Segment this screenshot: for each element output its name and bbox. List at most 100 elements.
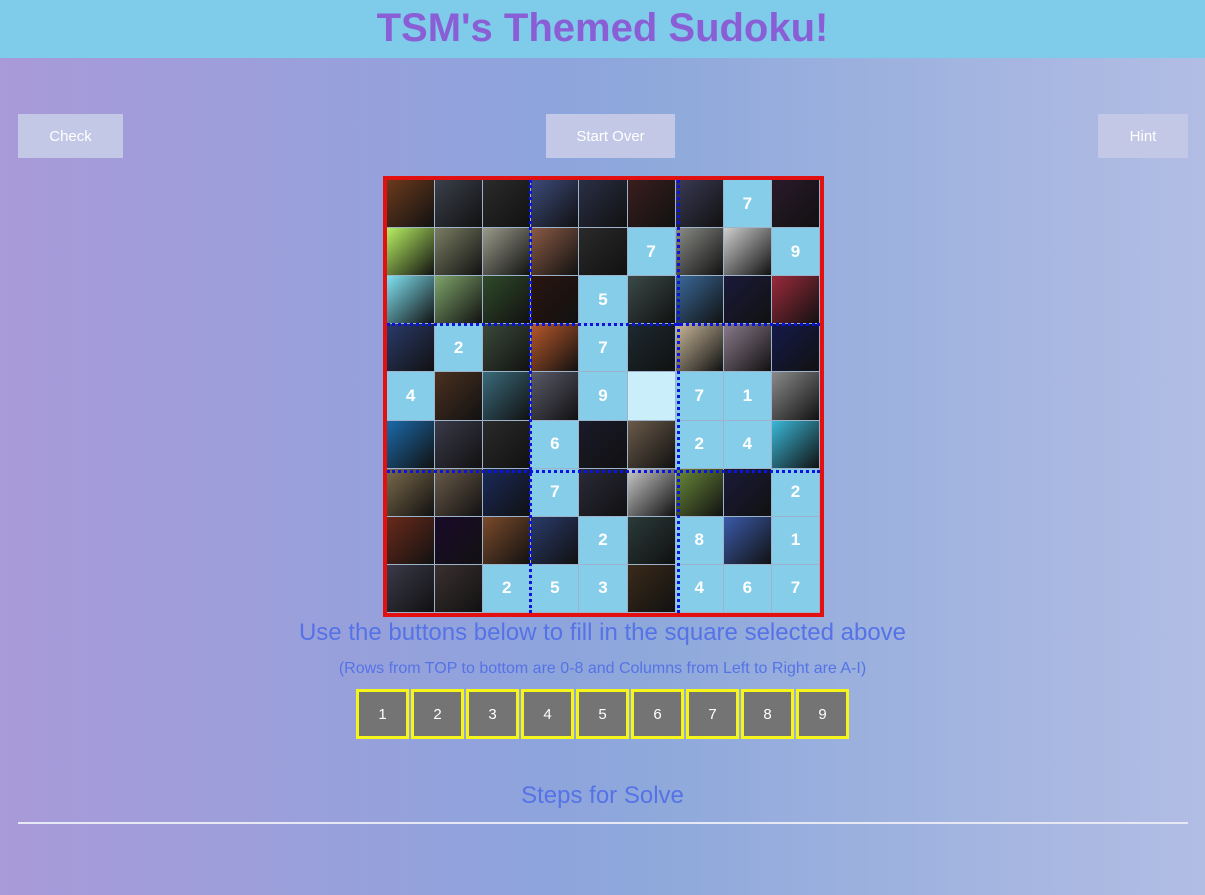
sudoku-image-cell[interactable]	[483, 276, 532, 325]
sudoku-image-cell[interactable]	[579, 228, 628, 277]
number-button-6[interactable]: 6	[631, 689, 684, 739]
sudoku-number-cell[interactable]: 4	[723, 420, 772, 469]
sudoku-image-cell[interactable]	[723, 468, 772, 517]
sudoku-image-cell[interactable]	[387, 420, 436, 469]
sudoku-number-cell[interactable]: 9	[579, 372, 628, 421]
sudoku-image-cell[interactable]	[387, 276, 436, 325]
sudoku-number-cell[interactable]: 2	[483, 564, 532, 613]
sudoku-image-cell[interactable]	[483, 468, 532, 517]
sudoku-image-cell[interactable]	[579, 420, 628, 469]
sudoku-image-cell[interactable]	[387, 324, 436, 373]
sudoku-image-cell[interactable]	[387, 180, 436, 229]
sudoku-number-cell[interactable]: 7	[531, 468, 580, 517]
sudoku-number-cell[interactable]: 7	[579, 324, 628, 373]
sudoku-empty-cell[interactable]	[627, 372, 676, 421]
sudoku-image-cell[interactable]	[771, 180, 820, 229]
sudoku-number-cell[interactable]: 1	[723, 372, 772, 421]
sudoku-image-cell[interactable]	[675, 276, 724, 325]
sudoku-number-cell[interactable]: 7	[771, 564, 820, 613]
sudoku-number-cell[interactable]: 5	[579, 276, 628, 325]
sudoku-image-cell[interactable]	[435, 228, 484, 277]
sudoku-image-cell[interactable]	[675, 324, 724, 373]
sudoku-image-cell[interactable]	[435, 180, 484, 229]
sudoku-image-cell[interactable]	[435, 516, 484, 565]
sudoku-number-cell[interactable]: 6	[531, 420, 580, 469]
sudoku-number-cell[interactable]: 3	[579, 564, 628, 613]
number-button-8[interactable]: 8	[741, 689, 794, 739]
sudoku-image-cell[interactable]	[771, 324, 820, 373]
sudoku-number-cell[interactable]: 2	[771, 468, 820, 517]
sudoku-image-cell[interactable]	[675, 468, 724, 517]
sudoku-number-cell[interactable]: 4	[387, 372, 436, 421]
number-button-3[interactable]: 3	[466, 689, 519, 739]
sudoku-number-cell[interactable]: 2	[579, 516, 628, 565]
sudoku-image-cell[interactable]	[579, 468, 628, 517]
sudoku-image-cell[interactable]	[579, 180, 628, 229]
sudoku-image-cell[interactable]	[483, 324, 532, 373]
sudoku-number-cell[interactable]: 7	[675, 372, 724, 421]
start-over-button[interactable]: Start Over	[546, 114, 675, 158]
sudoku-image-cell[interactable]	[531, 516, 580, 565]
sudoku-image-cell[interactable]	[435, 564, 484, 613]
sudoku-number-cell[interactable]: 1	[771, 516, 820, 565]
sudoku-image-cell[interactable]	[531, 180, 580, 229]
number-button-2[interactable]: 2	[411, 689, 464, 739]
sudoku-image-cell[interactable]	[387, 516, 436, 565]
sudoku-image-cell[interactable]	[627, 420, 676, 469]
sudoku-image-cell[interactable]	[435, 468, 484, 517]
sudoku-number-cell[interactable]: 4	[675, 564, 724, 613]
sudoku-image-cell[interactable]	[531, 276, 580, 325]
sudoku-image-cell[interactable]	[723, 324, 772, 373]
box-divider-horizontal	[387, 323, 820, 326]
sudoku-image-cell[interactable]	[531, 372, 580, 421]
sudoku-image-cell[interactable]	[387, 468, 436, 517]
sudoku-image-cell[interactable]	[387, 228, 436, 277]
sudoku-image-cell[interactable]	[483, 420, 532, 469]
hint-button[interactable]: Hint	[1098, 114, 1188, 158]
sudoku-image-cell[interactable]	[435, 372, 484, 421]
sudoku-number-cell[interactable]: 6	[723, 564, 772, 613]
sudoku-image-cell[interactable]	[483, 516, 532, 565]
sudoku-image-cell[interactable]	[483, 180, 532, 229]
sudoku-number-cell[interactable]: 2	[675, 420, 724, 469]
sudoku-number-cell[interactable]: 7	[723, 180, 772, 229]
number-button-4[interactable]: 4	[521, 689, 574, 739]
grid-legend-instructions: (Rows from TOP to bottom are 0-8 and Col…	[338, 660, 867, 677]
sudoku-image-cell[interactable]	[531, 228, 580, 277]
sudoku-image-cell[interactable]	[723, 516, 772, 565]
sudoku-image-cell[interactable]	[627, 276, 676, 325]
sudoku-image-cell[interactable]	[627, 516, 676, 565]
title-bar: TSM's Themed Sudoku!	[0, 0, 1205, 58]
sudoku-image-cell[interactable]	[435, 420, 484, 469]
sudoku-image-cell[interactable]	[627, 180, 676, 229]
sudoku-image-cell[interactable]	[435, 276, 484, 325]
sudoku-image-cell[interactable]	[483, 228, 532, 277]
sudoku-image-cell[interactable]	[723, 228, 772, 277]
sudoku-image-cell[interactable]	[675, 180, 724, 229]
sudoku-number-cell[interactable]: 5	[531, 564, 580, 613]
number-button-7[interactable]: 7	[686, 689, 739, 739]
steps-title: Steps for Solve	[521, 782, 684, 809]
sudoku-image-cell[interactable]	[771, 372, 820, 421]
number-button-9[interactable]: 9	[796, 689, 849, 739]
sudoku-image-cell[interactable]	[387, 564, 436, 613]
sudoku-image-cell[interactable]	[627, 468, 676, 517]
check-button[interactable]: Check	[18, 114, 123, 158]
sudoku-image-cell[interactable]	[723, 276, 772, 325]
sudoku-number-cell[interactable]: 8	[675, 516, 724, 565]
sudoku-image-cell[interactable]	[675, 228, 724, 277]
sudoku-image-cell[interactable]	[627, 564, 676, 613]
sudoku-image-cell[interactable]	[531, 324, 580, 373]
sudoku-number-cell[interactable]: 7	[627, 228, 676, 277]
sudoku-image-cell[interactable]	[771, 420, 820, 469]
sudoku-image-cell[interactable]	[483, 372, 532, 421]
number-button-5[interactable]: 5	[576, 689, 629, 739]
page-title: TSM's Themed Sudoku!	[376, 6, 829, 50]
sudoku-image-cell[interactable]	[627, 324, 676, 373]
sudoku-number-cell[interactable]: 9	[771, 228, 820, 277]
divider	[18, 822, 1188, 824]
sudoku-image-cell[interactable]	[771, 276, 820, 325]
sudoku-number-cell[interactable]: 2	[435, 324, 484, 373]
number-button-1[interactable]: 1	[356, 689, 409, 739]
box-divider-vertical	[529, 180, 532, 613]
